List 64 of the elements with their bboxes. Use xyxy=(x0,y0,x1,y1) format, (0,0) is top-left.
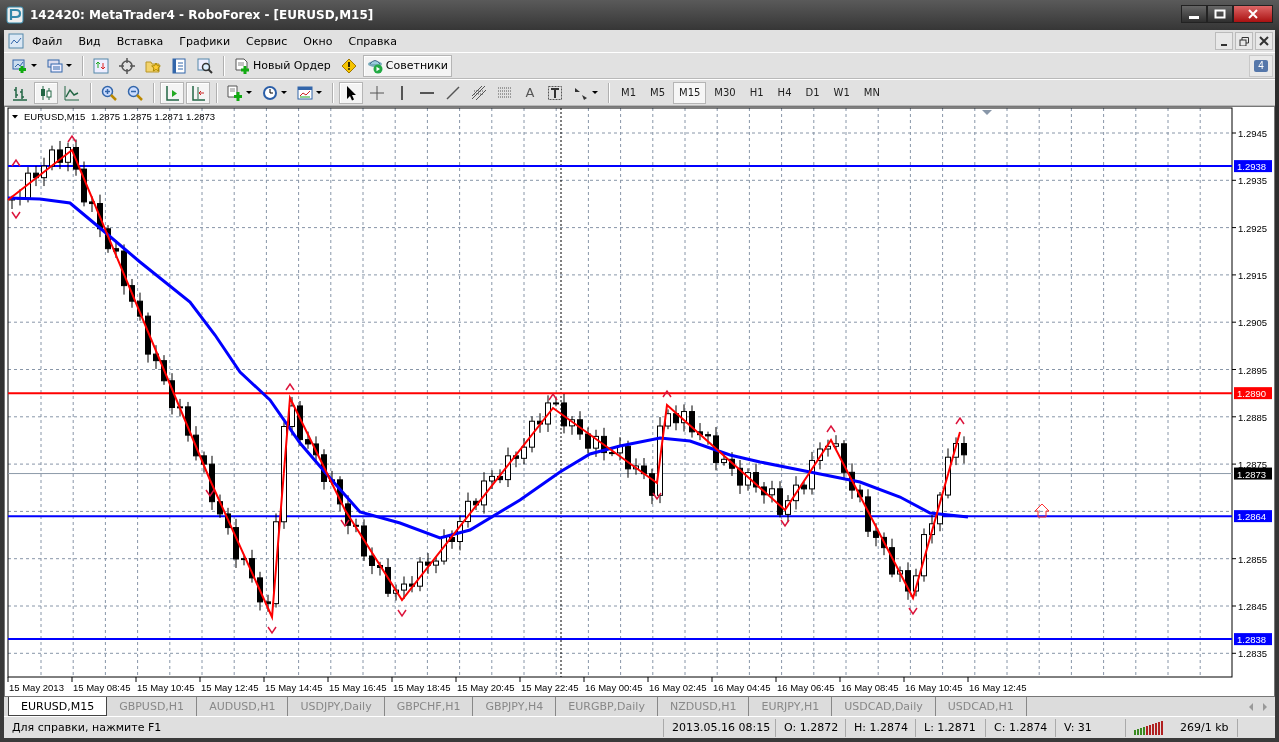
time-axis-label: 15 May 16:45 xyxy=(329,682,387,693)
price-level-label: 1.2938 xyxy=(1237,161,1267,173)
ohlc-quote: 1.2875 1.2875 1.2871 1.2873 xyxy=(91,111,216,122)
price-axis-label: 1.2935 xyxy=(1238,175,1268,187)
time-axis-label: 16 May 06:45 xyxy=(777,682,835,693)
price-axis-label: 1.2855 xyxy=(1238,553,1268,565)
low-price: L: 1.2871 xyxy=(916,718,986,737)
timeframe-button[interactable]: M30 xyxy=(708,81,742,104)
traffic-counter: 269/1 kb xyxy=(1172,718,1238,737)
timeframe-button[interactable]: H4 xyxy=(771,81,798,104)
time-axis-label: 15 May 22:45 xyxy=(521,682,579,693)
price-axis-label: 1.2925 xyxy=(1238,222,1268,234)
time-axis-label: 15 May 20:45 xyxy=(457,682,515,693)
timeframe-button[interactable]: M1 xyxy=(615,81,642,104)
menu-item[interactable]: Файл xyxy=(24,32,71,50)
price-axis-label: 1.2835 xyxy=(1238,648,1268,660)
time-axis-label: 15 May 08:45 xyxy=(73,682,131,693)
time-axis-label: 16 May 08:45 xyxy=(841,682,899,693)
high-price: H: 1.2874 xyxy=(846,718,916,737)
chart-symbol-label: EURUSD,M15 xyxy=(24,111,86,122)
open-price: O: 1.2872 xyxy=(776,718,846,737)
menu-item[interactable]: Графики xyxy=(171,32,239,50)
time-axis-label: 16 May 02:45 xyxy=(649,682,707,693)
time-axis-label: 16 May 00:45 xyxy=(585,682,643,693)
price-level-label: 1.2864 xyxy=(1237,511,1267,523)
new-order-button[interactable]: Новый Ордер xyxy=(230,54,335,77)
price-axis-label: 1.2945 xyxy=(1238,128,1268,139)
price-axis-label: 1.2895 xyxy=(1238,364,1268,376)
timeframe-button[interactable]: W1 xyxy=(827,81,856,104)
time-axis-label: 16 May 10:45 xyxy=(905,682,963,693)
timeframe-button[interactable]: MN xyxy=(857,81,886,104)
price-level-label: 1.2890 xyxy=(1237,388,1267,400)
price-axis-label: 1.2915 xyxy=(1238,269,1268,281)
menu-item[interactable]: Справка xyxy=(340,32,405,50)
text-tool-button[interactable]: A xyxy=(519,81,541,104)
time-axis-label: 15 May 12:45 xyxy=(201,682,259,693)
timeframe-button[interactable]: H1 xyxy=(743,81,770,104)
price-level-label: 1.2873 xyxy=(1237,468,1267,480)
menu-item[interactable]: Вставка xyxy=(108,32,172,50)
notifications-button[interactable]: 4 xyxy=(1249,54,1273,77)
time-axis-label: 16 May 04:45 xyxy=(713,682,771,693)
timeframe-button[interactable]: M15 xyxy=(673,81,707,104)
price-axis-label: 1.2875 xyxy=(1238,459,1268,471)
timeframe-button[interactable]: D1 xyxy=(799,81,826,104)
help-hint: Для справки, нажмите F1 xyxy=(4,718,664,737)
time-axis-label: 15 May 2013 xyxy=(9,682,64,693)
price-axis-label: 1.2845 xyxy=(1238,601,1268,612)
time-axis-label: 15 May 18:45 xyxy=(393,682,451,693)
menu-item[interactable]: Окно xyxy=(295,32,341,50)
bar-datetime: 2013.05.16 08:15 xyxy=(664,718,776,737)
menu-item[interactable]: Вид xyxy=(70,32,109,50)
window-title: 142420: MetaTrader4 - RoboForex - [EURUSD,M15] xyxy=(30,8,375,22)
time-axis-label: 15 May 10:45 xyxy=(137,682,195,693)
chart-tab[interactable]: EURUSD,M15 xyxy=(8,697,108,716)
price-axis-label: 1.2905 xyxy=(1238,317,1268,329)
timeframe-button[interactable]: M5 xyxy=(644,81,671,104)
time-axis-label: 16 May 12:45 xyxy=(969,682,1027,693)
volume: V: 31 xyxy=(1056,718,1126,737)
price-axis-label: 1.2885 xyxy=(1238,411,1268,423)
close-price: C: 1.2874 xyxy=(986,718,1056,737)
experts-button[interactable]: Советники xyxy=(362,54,452,77)
menu-item[interactable]: Сервис xyxy=(238,32,296,50)
price-level-label: 1.2838 xyxy=(1237,634,1267,646)
time-axis-label: 15 May 14:45 xyxy=(265,682,323,693)
